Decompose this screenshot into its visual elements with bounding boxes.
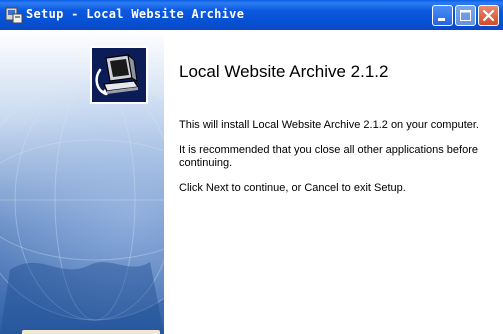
wizard-content: Local Website Archive 2.1.2 This will in… [164,30,503,334]
window-title: Setup - Local Website Archive [26,7,245,21]
install-info-text: This will install Local Website Archive … [179,119,479,131]
computer-install-icon [95,53,140,96]
title-bar[interactable]: Setup - Local Website Archive [0,0,503,30]
recommendation-text: It is recommended that you close all oth… [179,144,478,169]
close-icon [482,9,495,22]
setup-window: Setup - Local Website Archive Local Webs… [0,0,503,334]
installer-logo [90,46,148,104]
instruction-text: Click Next to continue, or Cancel to exi… [179,182,406,194]
setup-app-icon[interactable] [5,6,23,24]
panel-corner-art [22,330,160,334]
minimize-button[interactable] [432,5,453,26]
maximize-button[interactable] [455,5,476,26]
minimize-icon [438,18,445,21]
page-title: Local Website Archive 2.1.2 [179,62,389,81]
close-button[interactable] [478,5,499,26]
maximize-icon [460,10,471,21]
